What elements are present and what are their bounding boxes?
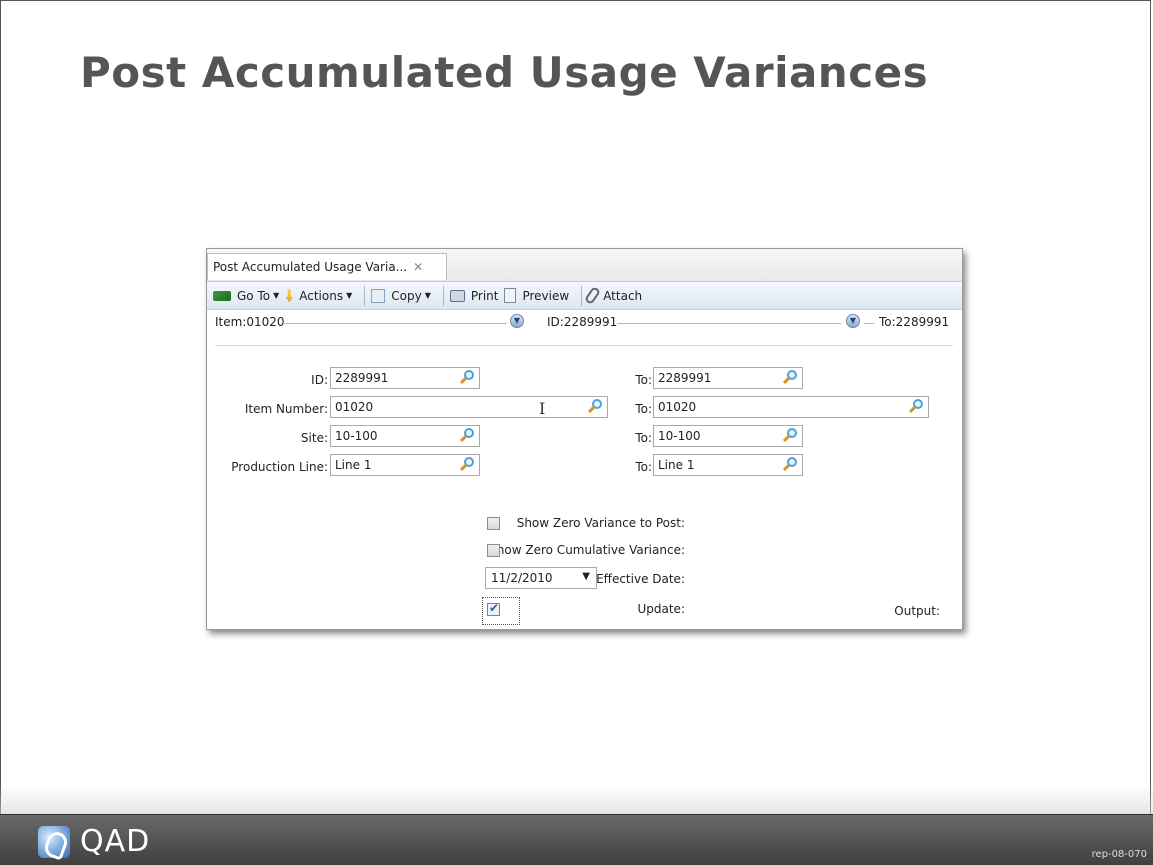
search-lookup-icon[interactable]	[908, 399, 924, 415]
breadcrumb-id: ID:2289991	[547, 315, 618, 329]
site-from-input[interactable]: 10-100	[330, 425, 480, 447]
item-number-label: Item Number:	[244, 402, 328, 416]
output-label: Output:	[894, 604, 940, 618]
search-lookup-icon[interactable]	[459, 428, 475, 444]
print-icon	[449, 289, 465, 302]
slide-title: Post Accumulated Usage Variances	[80, 48, 929, 97]
toolbar-separator	[442, 285, 444, 306]
preview-label: Preview	[522, 288, 570, 303]
divider	[215, 345, 953, 346]
item-number-to-value: 01020	[658, 400, 697, 414]
copy-label: Copy	[391, 288, 422, 303]
footer-fade	[0, 785, 1153, 815]
show-zero-variance-checkbox[interactable]	[487, 517, 500, 530]
id-to-label: To:	[635, 373, 652, 387]
effective-date-select[interactable]: 11/2/2010 ▼	[485, 567, 597, 589]
toolbar-separator	[581, 285, 583, 306]
copy-button[interactable]: Copy ▼	[371, 288, 431, 303]
actions-button[interactable]: Actions ▼	[285, 288, 353, 303]
toolbar: Go To ▼ Actions ▼ Copy ▼ Print Preview A…	[207, 282, 962, 310]
id-label: ID:	[311, 373, 328, 387]
breadcrumb-item: Item:01020	[215, 315, 285, 329]
site-to-value: 10-100	[658, 429, 701, 443]
update-label: Update:	[637, 602, 685, 616]
production-line-to-value: Line 1	[658, 458, 695, 472]
item-number-to-input[interactable]: 01020	[653, 396, 929, 418]
show-zero-cumulative-checkbox[interactable]	[487, 544, 500, 557]
effective-date-label: Effective Date:	[596, 572, 685, 586]
tab-strip: Post Accumulated Usage Varia... ✕	[207, 249, 962, 282]
item-number-from-input[interactable]: 01020	[330, 396, 608, 418]
caret-down-icon: ▼	[346, 291, 353, 300]
close-icon[interactable]: ✕	[413, 260, 423, 274]
show-zero-variance-label: Show Zero Variance to Post:	[516, 516, 685, 530]
search-lookup-icon[interactable]	[782, 370, 798, 386]
search-lookup-icon[interactable]	[782, 428, 798, 444]
paperclip-icon	[584, 285, 602, 306]
text-cursor-icon: I	[539, 399, 546, 418]
site-from-value: 10-100	[335, 429, 378, 443]
tab-label: Post Accumulated Usage Varia...	[213, 260, 408, 274]
qad-logo-icon	[38, 825, 70, 858]
expand-chevron-icon[interactable]: ▼	[846, 314, 860, 328]
production-line-label: Production Line:	[231, 460, 328, 474]
search-lookup-icon[interactable]	[459, 370, 475, 386]
qad-logo: QAD	[38, 824, 150, 859]
site-to-label: To:	[635, 431, 652, 445]
search-lookup-icon[interactable]	[587, 399, 603, 415]
caret-down-icon: ▼	[424, 291, 431, 300]
effective-date-value: 11/2/2010	[491, 571, 553, 585]
production-line-from-input[interactable]: Line 1	[330, 454, 480, 476]
search-lookup-icon[interactable]	[459, 457, 475, 473]
goto-icon	[213, 290, 231, 301]
site-label: Site:	[300, 431, 328, 445]
slide-code: rep-08-070	[1091, 849, 1147, 860]
id-to-value: 2289991	[658, 371, 712, 385]
breadcrumb-to: To:2289991	[879, 315, 950, 329]
checkmark-icon: ✔	[489, 601, 500, 615]
print-button[interactable]: Print	[449, 288, 499, 303]
caret-down-icon: ▼	[582, 571, 590, 582]
item-number-from-value: 01020	[335, 400, 374, 414]
show-zero-cumulative-label: Show Zero Cumulative Variance:	[489, 543, 685, 557]
attach-label: Attach	[603, 288, 643, 303]
actions-icon	[285, 288, 294, 303]
footer-bar: QAD rep-08-070	[0, 814, 1153, 865]
tab-post-accumulated-usage-variances[interactable]: Post Accumulated Usage Varia... ✕	[207, 253, 447, 280]
breadcrumb-line	[864, 323, 874, 324]
actions-label: Actions	[299, 288, 344, 303]
site-to-input[interactable]: 10-100	[653, 425, 803, 447]
report-window: Post Accumulated Usage Varia... ✕ Go To …	[206, 248, 963, 630]
production-line-to-label: To:	[635, 460, 652, 474]
item-number-to-label: To:	[635, 402, 652, 416]
copy-icon	[371, 288, 386, 303]
id-from-value: 2289991	[335, 371, 389, 385]
breadcrumb: Item:01020 ▼ ID:2289991 ▼ To:2289991	[207, 311, 962, 333]
toolbar-separator	[364, 285, 366, 306]
preview-button[interactable]: Preview	[504, 288, 569, 303]
expand-chevron-icon[interactable]: ▼	[510, 314, 524, 328]
preview-icon	[504, 288, 517, 303]
goto-label: Go To	[237, 288, 271, 303]
production-line-from-value: Line 1	[335, 458, 372, 472]
production-line-to-input[interactable]: Line 1	[653, 454, 803, 476]
update-checkbox[interactable]: ✔	[487, 601, 500, 616]
attach-button[interactable]: Attach	[584, 285, 643, 306]
print-label: Print	[470, 288, 499, 303]
breadcrumb-line	[283, 323, 507, 324]
brand-name: QAD	[80, 824, 151, 859]
id-from-input[interactable]: 2289991	[330, 367, 480, 389]
goto-button[interactable]: Go To ▼	[213, 289, 279, 303]
caret-down-icon: ▼	[273, 291, 280, 300]
id-to-input[interactable]: 2289991	[653, 367, 803, 389]
search-lookup-icon[interactable]	[782, 457, 798, 473]
breadcrumb-line	[617, 323, 841, 324]
